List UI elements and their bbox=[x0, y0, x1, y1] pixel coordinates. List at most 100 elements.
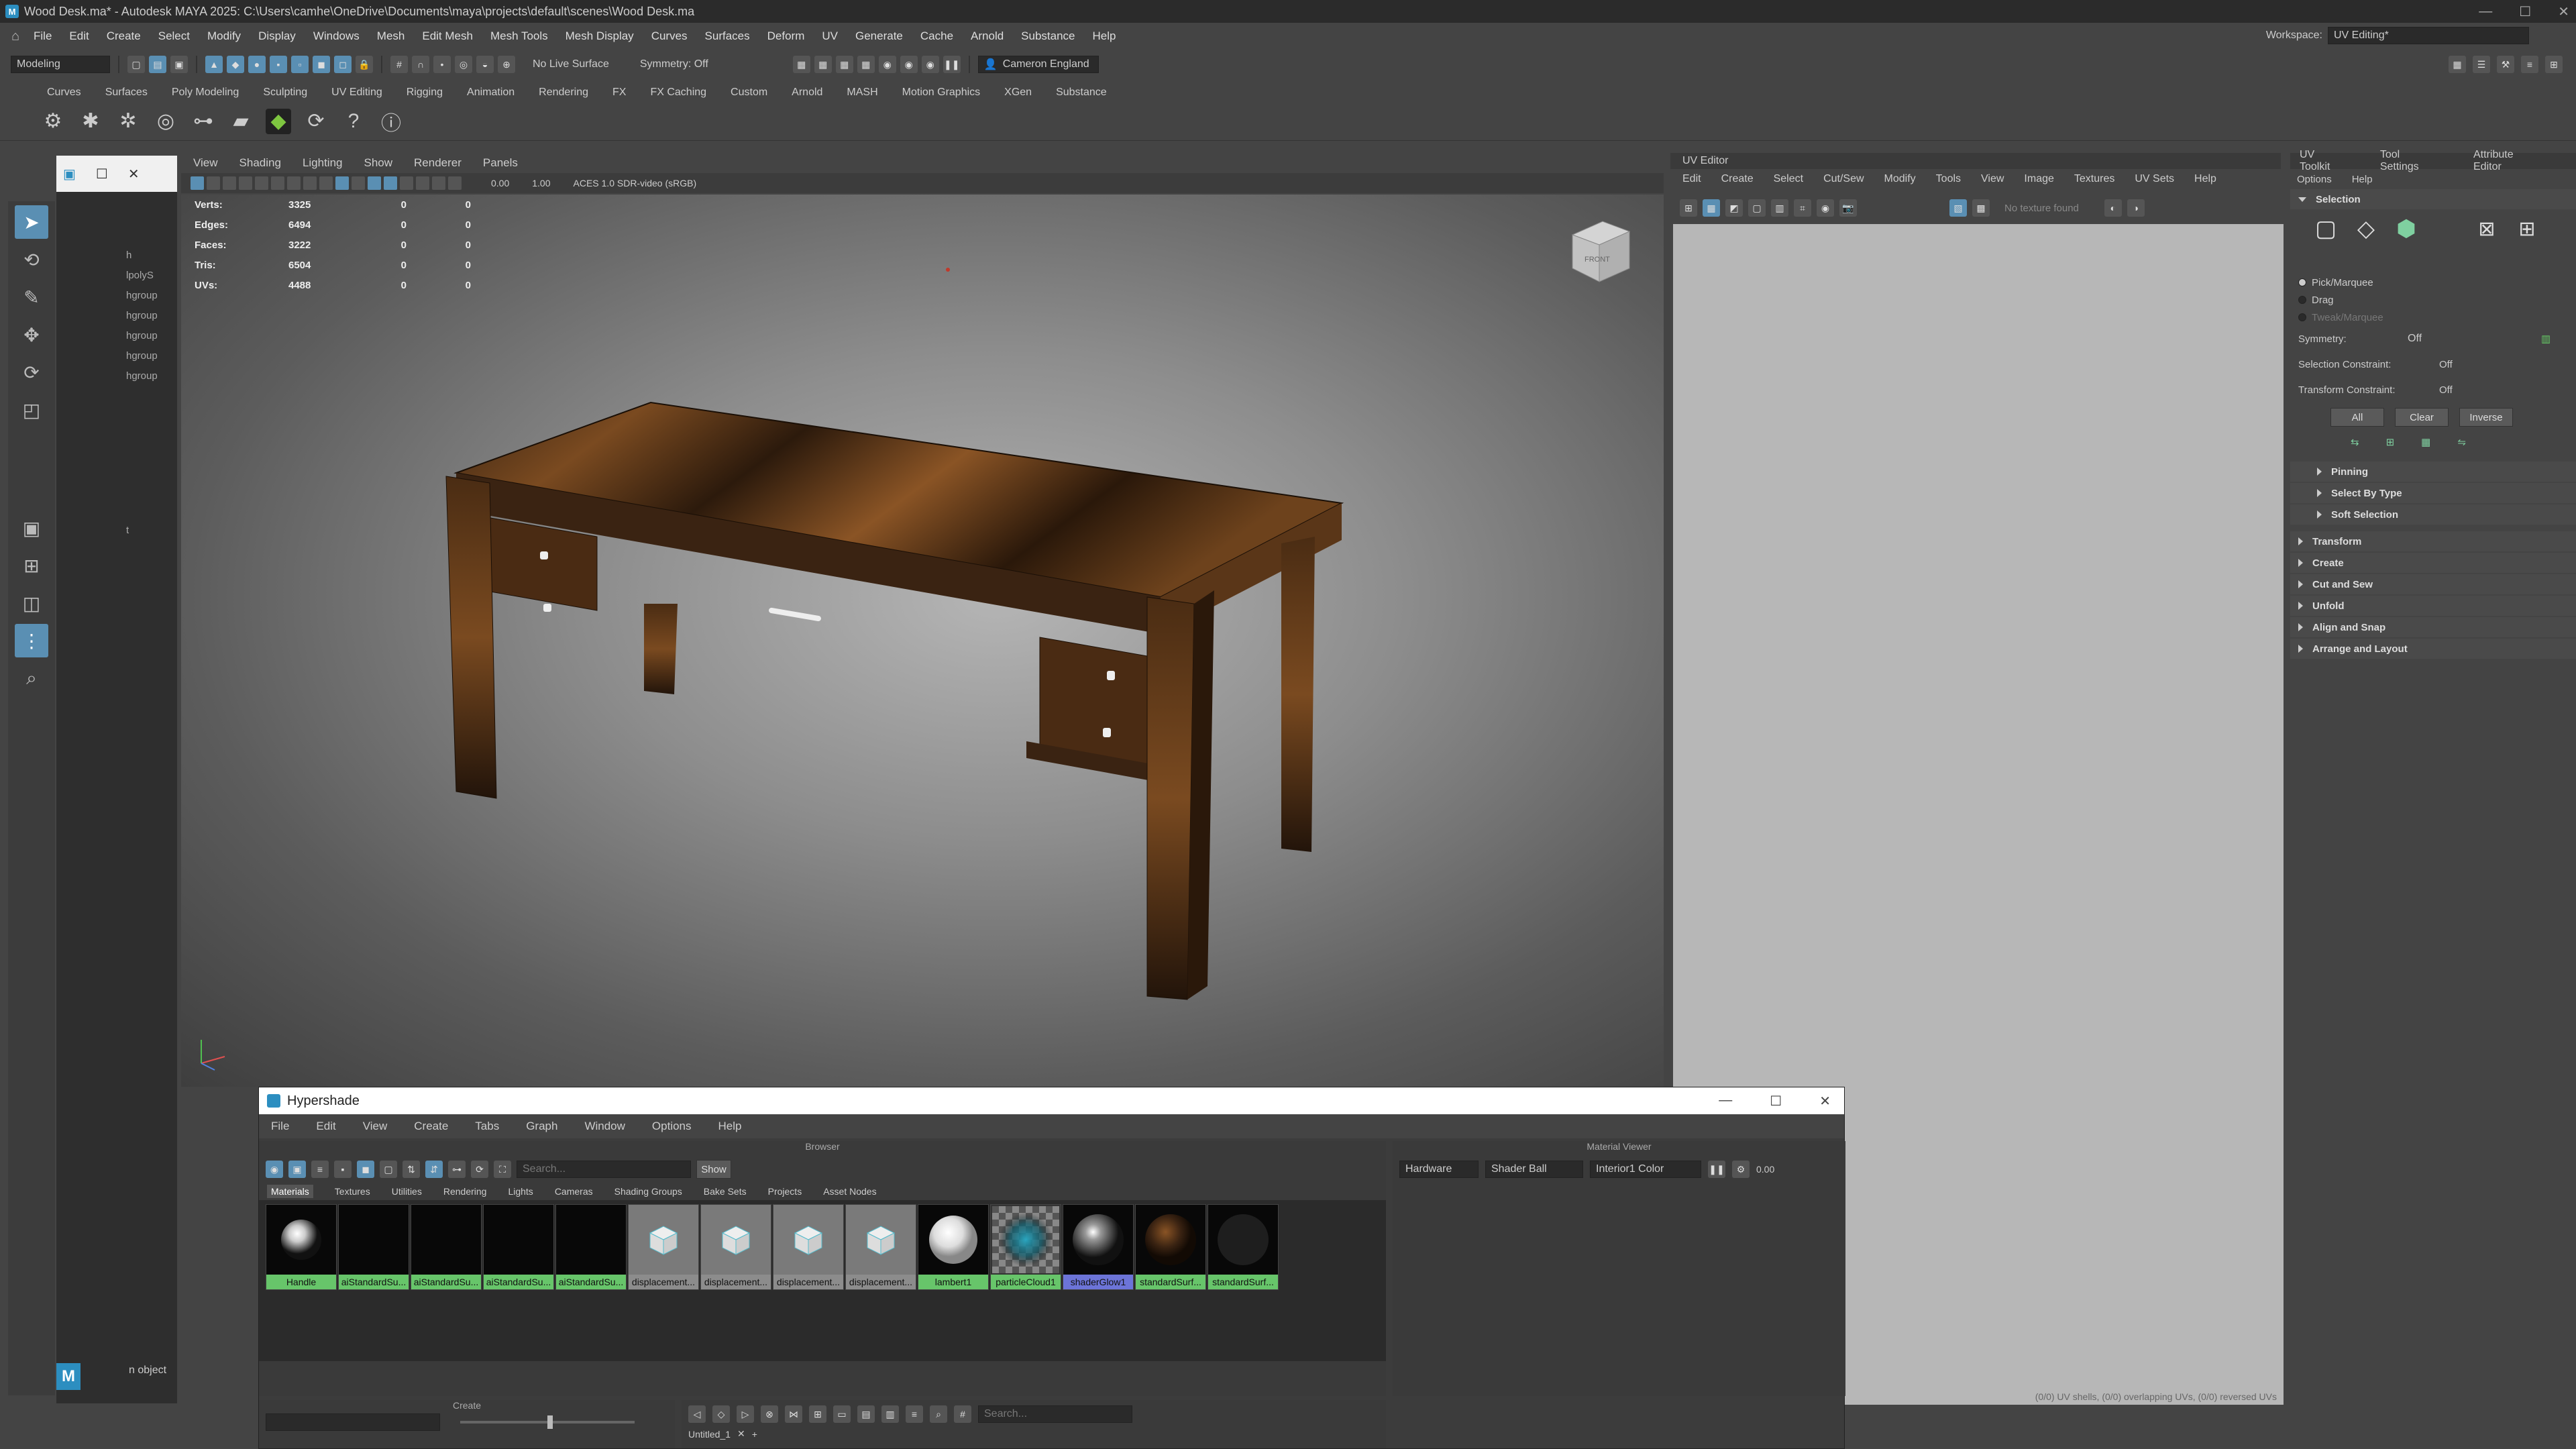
select-shell-icon[interactable]: ⇋ bbox=[2457, 436, 2466, 448]
mv-settings-icon[interactable]: ⚙ bbox=[1732, 1161, 1750, 1178]
uv-toolkit-menu-help[interactable]: Help bbox=[2352, 174, 2373, 185]
outliner-restore-icon[interactable]: ☐ bbox=[96, 166, 108, 182]
menu-windows[interactable]: Windows bbox=[313, 30, 360, 43]
select-face-icon[interactable]: ◼ bbox=[313, 56, 330, 73]
render-settings-icon[interactable]: ▦ bbox=[857, 56, 875, 73]
tab-textures[interactable]: Textures bbox=[335, 1186, 370, 1197]
shelf-tab-arnold[interactable]: Arnold bbox=[792, 87, 822, 99]
refresh-swatch-icon[interactable]: ⟳ bbox=[471, 1161, 488, 1178]
safe-action-icon[interactable] bbox=[303, 176, 317, 190]
hs-menu-create[interactable]: Create bbox=[414, 1120, 448, 1133]
attribute-editor-icon[interactable]: ☰ bbox=[2473, 56, 2490, 73]
select-vertex-icon[interactable]: ▪ bbox=[270, 56, 287, 73]
section-unfold[interactable]: Unfold bbox=[2290, 596, 2576, 616]
mv-exposure-value[interactable]: 0.00 bbox=[1756, 1164, 1774, 1175]
browser-search-input[interactable]: Search... bbox=[517, 1161, 691, 1178]
perspective-viewport[interactable]: Verts: 3325 0 0 Edges: 6494 0 0 Faces: 3222 0 0 T… bbox=[181, 195, 1664, 1087]
tree-icon[interactable]: ✲ bbox=[115, 109, 141, 134]
shelf-tab-substance[interactable]: Substance bbox=[1056, 87, 1107, 99]
shadows-icon[interactable] bbox=[400, 176, 413, 190]
exposure-value[interactable]: 0.00 bbox=[491, 178, 509, 189]
select-camera-icon[interactable] bbox=[191, 176, 204, 190]
node-graph-icon[interactable]: ⊶ bbox=[191, 109, 216, 134]
graph-tab[interactable]: Untitled_1 bbox=[688, 1429, 731, 1440]
select-object-icon[interactable]: ◆ bbox=[227, 56, 244, 73]
uv-menu-tools[interactable]: Tools bbox=[1936, 173, 1961, 185]
render-sequence-icon[interactable]: ▦ bbox=[814, 56, 832, 73]
uv-display-image-icon[interactable]: ▧ bbox=[1949, 199, 1967, 217]
tab-projects[interactable]: Projects bbox=[768, 1186, 802, 1197]
tab-utilities[interactable]: Utilities bbox=[392, 1186, 422, 1197]
render-frame-icon[interactable]: ▦ bbox=[792, 56, 810, 73]
create-slider[interactable] bbox=[460, 1415, 635, 1429]
uv-menu-uv-sets[interactable]: UV Sets bbox=[2135, 173, 2174, 185]
home-icon[interactable]: ⌂ bbox=[7, 28, 24, 45]
symmetry-icon[interactable]: ▥ bbox=[2541, 333, 2551, 345]
shrink-selection-icon[interactable]: ⊞ bbox=[2386, 436, 2395, 448]
arnold-render-icon[interactable]: ◉ bbox=[900, 56, 918, 73]
image-plane-icon[interactable] bbox=[239, 176, 252, 190]
menu-arnold[interactable]: Arnold bbox=[971, 30, 1004, 43]
section-cut-and-sew[interactable]: Cut and Sew bbox=[2290, 574, 2576, 594]
outliner-item[interactable]: hgroup bbox=[56, 306, 177, 326]
menu-cache[interactable]: Cache bbox=[920, 30, 953, 43]
snap-surface-icon[interactable]: ◒ bbox=[476, 56, 494, 73]
grow-selection-icon[interactable]: ⇆ bbox=[2351, 436, 2359, 448]
mv-geometry-dropdown[interactable]: Shader Ball bbox=[1485, 1161, 1583, 1178]
pause-icon[interactable]: ❚❚ bbox=[943, 56, 961, 73]
menu-mesh-display[interactable]: Mesh Display bbox=[566, 30, 634, 43]
selection-constraint-dropdown[interactable]: Off bbox=[2439, 359, 2453, 370]
outliner-item[interactable]: h bbox=[56, 246, 177, 266]
section-arrange-and-layout[interactable]: Arrange and Layout bbox=[2290, 639, 2576, 659]
channel-box-icon[interactable]: ≡ bbox=[2521, 56, 2538, 73]
uv-checkerboard-icon[interactable]: ▩ bbox=[1972, 199, 1990, 217]
tab-lights[interactable]: Lights bbox=[508, 1186, 533, 1197]
search-icon[interactable]: ⌕ bbox=[15, 661, 48, 695]
uv-pixel-snap-icon[interactable]: ⌗ bbox=[1794, 199, 1811, 217]
graph-search-input[interactable]: Search... bbox=[978, 1405, 1132, 1423]
rotate-tool-icon[interactable]: ⟳ bbox=[15, 356, 48, 389]
select-hierarchy-icon[interactable]: ▲ bbox=[205, 56, 223, 73]
snap-view-icon[interactable]: ◎ bbox=[455, 56, 472, 73]
mv-env-dropdown[interactable]: Interior1 Color bbox=[1590, 1161, 1701, 1178]
lasso-tool-icon[interactable]: ⟲ bbox=[15, 243, 48, 276]
symmetry-dropdown[interactable]: Off bbox=[2402, 330, 2427, 347]
paint-select-icon[interactable]: ✎ bbox=[15, 280, 48, 314]
uv-distortion-icon[interactable]: ▥ bbox=[1771, 199, 1788, 217]
uv-gamma-icon[interactable]: ◑ bbox=[2127, 199, 2145, 217]
select-edge-icon[interactable]: ▫ bbox=[291, 56, 309, 73]
camera-attr-icon[interactable] bbox=[207, 176, 220, 190]
target-icon[interactable]: ◎ bbox=[153, 109, 178, 134]
film-gate-icon[interactable] bbox=[271, 176, 284, 190]
user-account-dropdown[interactable]: 👤 Cameron England bbox=[977, 56, 1099, 73]
hypershade-close-icon[interactable]: ✕ bbox=[1819, 1093, 1831, 1110]
select-border-icon[interactable]: ▦ bbox=[2421, 436, 2430, 448]
uv-toolkit-menu-options[interactable]: Options bbox=[2297, 174, 2332, 185]
wood-desk-model[interactable] bbox=[181, 195, 1664, 1087]
hs-menu-view[interactable]: View bbox=[363, 1120, 388, 1133]
colorspace-dropdown[interactable]: ACES 1.0 SDR-video (sRGB) bbox=[574, 178, 697, 189]
uv-menu-cut-sew[interactable]: Cut/Sew bbox=[1823, 173, 1864, 185]
toggle-icon[interactable]: ◉ bbox=[266, 1161, 283, 1178]
large-icons-icon[interactable]: ▢ bbox=[380, 1161, 397, 1178]
menu-select[interactable]: Select bbox=[158, 30, 190, 43]
mv-pause-icon[interactable]: ❚❚ bbox=[1708, 1161, 1725, 1178]
new-scene-icon[interactable]: ▢ bbox=[127, 56, 145, 73]
snap-pivot-icon[interactable]: ⊕ bbox=[498, 56, 515, 73]
isolate-select-icon[interactable] bbox=[432, 176, 445, 190]
clear-button[interactable]: Clear bbox=[2395, 408, 2449, 427]
hypershade-icon[interactable]: ◉ bbox=[878, 56, 896, 73]
uv-menu-edit[interactable]: Edit bbox=[1682, 173, 1701, 185]
ambient-occlusion-icon[interactable] bbox=[416, 176, 429, 190]
edge-mode-icon[interactable]: ◇ bbox=[2357, 216, 2375, 241]
tab-asset-nodes[interactable]: Asset Nodes bbox=[823, 1186, 876, 1197]
open-scene-icon[interactable]: ▤ bbox=[149, 56, 166, 73]
shelf-tab-fx-caching[interactable]: FX Caching bbox=[650, 87, 706, 99]
select-all-button[interactable]: All bbox=[2330, 408, 2384, 427]
symmetry-label[interactable]: Symmetry: Off bbox=[640, 58, 708, 70]
uv-menu-image[interactable]: Image bbox=[2024, 173, 2053, 185]
radio-drag[interactable]: Drag bbox=[2290, 291, 2576, 309]
outliner-item[interactable]: t bbox=[56, 521, 177, 541]
tab-materials[interactable]: Materials bbox=[267, 1185, 313, 1198]
shelf-tab-poly-modeling[interactable]: Poly Modeling bbox=[172, 87, 239, 99]
